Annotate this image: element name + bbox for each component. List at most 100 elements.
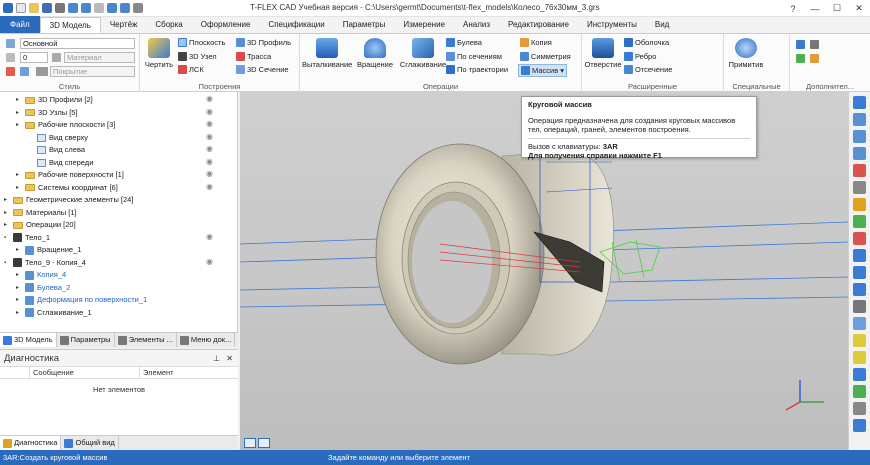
camera-icon[interactable] xyxy=(853,300,866,313)
col-message[interactable]: Сообщение xyxy=(30,367,140,378)
expand-arrow-icon[interactable]: ▸ xyxy=(16,107,22,119)
boolean-button[interactable]: Булева xyxy=(446,38,482,47)
extrude-button[interactable]: Выталкивание xyxy=(302,38,352,69)
help-icon[interactable]: ? xyxy=(782,0,804,17)
tab-measure[interactable]: Измерение xyxy=(394,17,454,33)
expand-arrow-icon[interactable]: ▸ xyxy=(16,282,22,294)
tab-file[interactable]: Файл xyxy=(0,16,40,33)
render-icon[interactable] xyxy=(853,419,866,432)
expand-arrow-icon[interactable]: ▸ xyxy=(16,307,22,319)
tree-item[interactable]: ▸ 3D Профили [2] xyxy=(16,94,93,106)
expand-arrow-icon[interactable]: ▸ xyxy=(16,119,22,131)
primitives-button[interactable]: Примитив xyxy=(728,38,764,69)
close-icon[interactable]: ✕ xyxy=(848,0,870,17)
sketch-button[interactable]: Чертить xyxy=(144,38,174,69)
tab-tools[interactable]: Инструменты xyxy=(578,17,646,33)
zoom-out-icon[interactable] xyxy=(853,130,866,143)
smooth-button[interactable]: Сглаживание xyxy=(398,38,448,69)
tree-item[interactable]: ▸ Рабочие плоскости [3] xyxy=(16,119,115,131)
tab-panel-doc-menu[interactable]: Меню док... xyxy=(177,333,236,347)
coating-combo[interactable]: Покрытие xyxy=(50,66,135,77)
tab-diagnostics[interactable]: Диагностика xyxy=(0,436,62,450)
cube-front-icon[interactable] xyxy=(853,266,866,279)
tree-item[interactable]: ▸ Вращение_1 xyxy=(16,244,81,256)
shell-button[interactable]: Оболочка xyxy=(624,38,669,47)
tab-edit[interactable]: Редактирование xyxy=(499,17,578,33)
section-view-icon[interactable] xyxy=(853,334,866,347)
tab-specifications[interactable]: Спецификации xyxy=(259,17,333,33)
tree-item[interactable]: ▸ Булева_2 xyxy=(16,282,70,294)
hide-icon[interactable] xyxy=(853,368,866,381)
zoom-in-icon[interactable] xyxy=(853,113,866,126)
tree-item[interactable]: ▸ Системы координат [6] xyxy=(16,182,118,194)
tab-analysis[interactable]: Анализ xyxy=(454,17,499,33)
tree-item[interactable]: ▸ Геометрические элементы [24] xyxy=(4,194,133,206)
orbit-icon[interactable] xyxy=(853,198,866,211)
symmetry-button[interactable]: Симметрия xyxy=(520,52,571,61)
cut-button[interactable]: Отсечение xyxy=(624,65,672,74)
tab-design[interactable]: Оформление xyxy=(192,17,260,33)
redo-icon[interactable] xyxy=(81,3,91,13)
expand-arrow-icon[interactable]: ▸ xyxy=(4,219,10,231)
maximize-icon[interactable]: ☐ xyxy=(826,0,848,17)
lsk-button[interactable]: ЛСК xyxy=(178,65,204,74)
visibility-eye-icon[interactable]: ◉ xyxy=(206,132,213,141)
tab-3d-model[interactable]: 3D Модель xyxy=(39,17,101,33)
pin-icon[interactable]: ⊥ xyxy=(213,350,220,367)
hole-button[interactable]: Отверстие xyxy=(584,38,622,69)
tree-item[interactable]: ▸ Сглаживание_1 xyxy=(16,307,92,319)
split-view-icon[interactable] xyxy=(244,438,256,448)
revolve-button[interactable]: Вращение xyxy=(354,38,396,69)
cube-view-icon[interactable] xyxy=(853,249,866,262)
expand-arrow-icon[interactable]: ▸ xyxy=(16,244,22,256)
single-view-icon[interactable] xyxy=(258,438,270,448)
zoom-fit-icon[interactable] xyxy=(853,147,866,160)
tab-panel-parameters[interactable]: Параметры xyxy=(57,333,115,347)
minimize-icon[interactable]: — xyxy=(804,0,826,17)
expand-arrow-icon[interactable]: ▸ xyxy=(16,182,22,194)
filter-icon[interactable] xyxy=(853,232,866,245)
tree-item[interactable]: Вид спереди xyxy=(28,157,93,169)
show-icon[interactable] xyxy=(853,385,866,398)
back-icon[interactable] xyxy=(107,3,117,13)
expand-arrow-icon[interactable]: ▸ xyxy=(16,94,22,106)
tree-item[interactable]: ▸ Копия_4 xyxy=(16,269,66,281)
tree-item[interactable]: ▸ Материалы [1] xyxy=(4,207,77,219)
print-icon[interactable] xyxy=(55,3,65,13)
extra-tool-icon-3[interactable] xyxy=(796,54,805,63)
undo-icon[interactable] xyxy=(68,3,78,13)
tree-item[interactable]: ▸ Операции [20] xyxy=(4,219,76,231)
visibility-eye-icon[interactable]: ◉ xyxy=(206,107,213,116)
new-file-icon[interactable] xyxy=(16,3,26,13)
select-icon[interactable] xyxy=(94,3,104,13)
expand-arrow-icon[interactable]: ▸ xyxy=(4,207,10,219)
forward-icon[interactable] xyxy=(120,3,130,13)
visibility-eye-icon[interactable]: ◉ xyxy=(206,232,213,241)
visibility-eye-icon[interactable]: ◉ xyxy=(206,119,213,128)
pan-icon[interactable] xyxy=(853,181,866,194)
visibility-eye-icon[interactable]: ◉ xyxy=(206,169,213,178)
visibility-eye-icon[interactable]: ◉ xyxy=(206,182,213,191)
sections-button[interactable]: По сечениям xyxy=(446,52,502,61)
tree-item[interactable]: Вид сверху xyxy=(28,132,88,144)
expand-arrow-icon[interactable]: ▸ xyxy=(4,194,10,206)
menu-icon[interactable] xyxy=(3,3,13,13)
array-button[interactable]: Массив ▾ xyxy=(518,64,567,77)
visibility-eye-icon[interactable]: ◉ xyxy=(206,94,213,103)
tab-assembly[interactable]: Сборка xyxy=(146,17,191,33)
tab-overview[interactable]: Общий вид xyxy=(61,436,119,450)
plane-button[interactable]: Плоскость xyxy=(178,38,225,47)
path-button[interactable]: Трасса xyxy=(236,52,271,61)
expand-arrow-icon[interactable]: ▸ xyxy=(16,294,22,306)
tree-item[interactable]: ▸ Рабочие поверхности [1] xyxy=(16,169,124,181)
extra-tool-icon-4[interactable] xyxy=(810,54,819,63)
shading-icon[interactable] xyxy=(853,317,866,330)
visibility-eye-icon[interactable]: ◉ xyxy=(206,257,213,266)
open-folder-icon[interactable] xyxy=(29,3,39,13)
wireframe-icon[interactable] xyxy=(853,402,866,415)
material-view-icon[interactable] xyxy=(853,351,866,364)
close-panel-icon[interactable]: ✕ xyxy=(226,350,233,367)
section3d-button[interactable]: 3D Сечение xyxy=(236,65,289,74)
expand-arrow-icon[interactable]: ▪ xyxy=(4,257,10,269)
expand-arrow-icon[interactable]: ▸ xyxy=(16,169,22,181)
